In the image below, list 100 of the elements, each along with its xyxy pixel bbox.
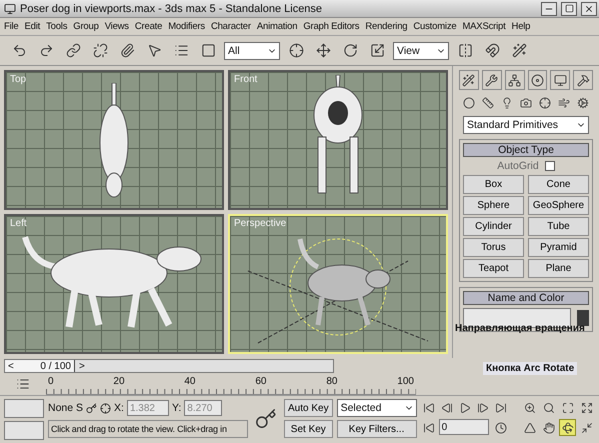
key-filters-button[interactable]: Key Filters... — [336, 420, 417, 438]
y-label: Y: — [172, 402, 182, 414]
panel-tab[interactable] — [504, 70, 524, 90]
autogrid-label: AutoGrid — [497, 160, 539, 172]
maximize-button[interactable] — [561, 2, 577, 16]
close-button[interactable] — [581, 2, 597, 16]
crosshair-icon — [539, 97, 551, 109]
panel-tab[interactable] — [528, 70, 548, 90]
hierarchy-icon — [508, 74, 522, 86]
undo-icon — [12, 43, 26, 58]
viewport-label: Front — [234, 74, 258, 85]
rollout-header[interactable]: Name and Color — [463, 291, 589, 305]
zoom-extents-icon — [562, 402, 574, 414]
primitive-button[interactable]: Torus — [463, 238, 524, 257]
app-icon — [4, 2, 16, 14]
set-key-button[interactable]: Set Key — [284, 420, 333, 438]
time-slider[interactable]: < 0 / 100 > — [4, 359, 334, 373]
panel-tab[interactable] — [482, 70, 502, 90]
skip-back-icon — [422, 422, 435, 434]
menu-item[interactable]: MAXScript — [462, 21, 506, 32]
primitive-button[interactable]: Sphere — [463, 196, 524, 215]
primitive-button[interactable]: Tube — [528, 217, 589, 236]
lightbulb-icon — [501, 97, 513, 109]
rotate-icon — [342, 43, 358, 58]
category-button[interactable] — [480, 95, 496, 111]
autogrid-checkbox[interactable] — [544, 161, 555, 171]
pointer-icon — [146, 43, 162, 58]
menu-item[interactable]: Help — [512, 21, 530, 32]
menu-item[interactable]: Views — [104, 21, 129, 32]
frame-field[interactable]: 0 — [438, 419, 489, 435]
minimize-button[interactable] — [541, 2, 557, 16]
clock-icon — [494, 422, 507, 434]
menu-item[interactable]: Group — [73, 21, 99, 32]
window-title: Poser dog in viewports.max - 3ds max 5 - Standalone License — [20, 2, 324, 14]
monitor-icon — [554, 74, 567, 86]
primitive-button[interactable]: Cylinder — [463, 217, 524, 236]
menu-item[interactable]: Tools — [46, 21, 68, 32]
viewport-label: Perspective — [234, 218, 286, 229]
menu-item[interactable]: Animation — [256, 21, 298, 32]
navigation-button[interactable] — [559, 419, 576, 436]
viewport-label: Left — [10, 218, 27, 229]
primitive-button[interactable]: Plane — [528, 259, 589, 278]
menu-item[interactable]: Rendering — [365, 21, 408, 32]
color-swatch[interactable] — [577, 310, 589, 326]
rollout-header[interactable]: Object Type — [463, 143, 589, 157]
magnet-icon — [484, 43, 500, 58]
mirror-icon — [458, 43, 472, 58]
key-icon — [255, 408, 277, 430]
menu-item[interactable]: Edit — [24, 21, 40, 32]
key-mode-dropdown[interactable]: Selected — [336, 399, 417, 417]
link-icon — [66, 43, 80, 58]
coordinate-system-dropdown[interactable]: View — [393, 42, 449, 60]
auto-key-button[interactable]: Auto Key — [284, 399, 333, 417]
panel-tab[interactable] — [459, 70, 479, 90]
primitive-button[interactable]: GeoSphere — [528, 196, 589, 215]
category-button[interactable] — [461, 95, 477, 111]
hammer-icon — [576, 74, 590, 86]
annotation-label: Кнопка Arc Rotate — [483, 362, 578, 375]
menu-item[interactable]: Modifiers — [168, 21, 205, 32]
track-bar[interactable]: 0 20 40 60 80 100 — [46, 376, 416, 395]
viewport-label: Top — [10, 74, 26, 85]
wind-icon — [558, 97, 570, 109]
move-icon — [316, 43, 330, 58]
step-back-icon — [440, 402, 453, 414]
selection-status: None S — [48, 402, 84, 414]
scale-icon — [370, 43, 384, 58]
primitive-button[interactable]: Teapot — [463, 259, 524, 278]
category-button[interactable] — [537, 95, 553, 111]
panel-tab[interactable] — [573, 70, 593, 90]
time-slider-thumb[interactable]: < 0 / 100 — [5, 360, 75, 372]
wand-icon — [462, 74, 476, 86]
menu-item[interactable]: Graph Editors — [303, 21, 360, 32]
disc-icon — [530, 74, 544, 86]
skip-forward-icon — [494, 402, 507, 414]
zoom-all-icon — [542, 402, 554, 414]
primitive-button[interactable]: Box — [463, 175, 524, 194]
x-label: X: — [114, 402, 124, 414]
menu-item[interactable]: Character — [210, 21, 251, 32]
zoom-extents-all-icon — [580, 402, 592, 414]
selection-filter-dropdown[interactable]: All — [224, 42, 280, 60]
primitive-button[interactable]: Pyramid — [528, 238, 589, 257]
menu-item[interactable]: File — [4, 21, 19, 32]
circle-icon — [463, 97, 475, 109]
ruler-icon — [482, 97, 494, 109]
crosshair-icon — [288, 43, 304, 58]
menu-item[interactable]: Create — [134, 21, 162, 32]
wand-icon — [512, 43, 526, 58]
primitive-button[interactable]: Cone — [528, 175, 589, 194]
panel-tab[interactable] — [550, 70, 570, 90]
pan-icon — [542, 422, 554, 434]
step-forward-icon — [476, 402, 489, 414]
listener-field[interactable] — [4, 421, 44, 440]
wrench-icon — [485, 74, 498, 86]
arc-rotate-icon — [562, 422, 574, 434]
next-frame-arrow[interactable]: > — [75, 360, 89, 372]
category-dropdown[interactable]: Standard Primitives — [463, 116, 589, 134]
close-icon — [584, 4, 594, 14]
menu-item[interactable]: Customize — [413, 21, 456, 32]
listener-field[interactable] — [4, 399, 44, 418]
zoom-icon — [524, 402, 536, 414]
